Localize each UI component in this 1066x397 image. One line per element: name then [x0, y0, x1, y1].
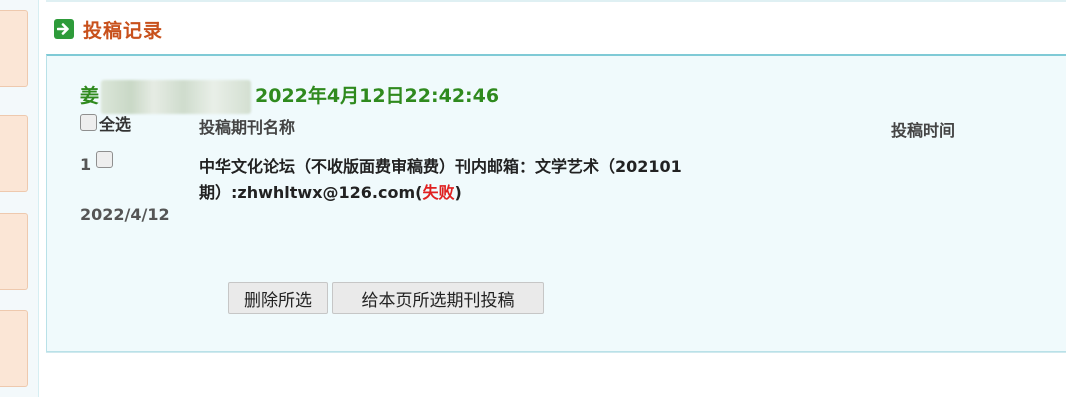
- submit-selected-button[interactable]: 给本页所选期刊投稿: [332, 282, 544, 314]
- column-header-journal: 投稿期刊名称: [199, 118, 296, 137]
- select-all[interactable]: 全选: [80, 111, 131, 135]
- section-title: 投稿记录: [83, 19, 164, 42]
- row-index-number: 1: [80, 155, 92, 174]
- rail-tab[interactable]: [0, 10, 28, 87]
- left-rail: [0, 0, 39, 397]
- select-all-label: 全选: [99, 115, 132, 134]
- row-checkbox[interactable]: [96, 151, 114, 168]
- rail-tab[interactable]: [0, 310, 28, 387]
- divider: [46, 352, 1066, 353]
- record-header: 姜 2022年4月12日22:42:46: [80, 74, 499, 114]
- rail-tab[interactable]: [0, 213, 28, 290]
- section-header: 投稿记录: [46, 6, 1066, 52]
- divider: [46, 0, 1066, 2]
- submission-record-panel: 姜 2022年4月12日22:42:46 全选 投稿期刊名称 投稿时间 1 20…: [46, 54, 1066, 352]
- record-datetime: 2022年4月12日22:42:46: [255, 84, 500, 107]
- row-journal-title: 中华文化论坛（不收版面费审稿费）刊内邮箱：文学艺术（202101期）:zhwhl…: [199, 154, 819, 206]
- column-header-time: 投稿时间: [891, 121, 956, 140]
- select-all-checkbox[interactable]: [80, 114, 97, 131]
- arrow-right-icon: [54, 19, 74, 39]
- row-index: 1: [80, 151, 114, 174]
- rail-tab[interactable]: [0, 115, 28, 192]
- masked-name: [101, 80, 252, 114]
- record-name-prefix: 姜: [80, 84, 100, 107]
- status-fail: 失败: [422, 183, 455, 202]
- row-date: 2022/4/12: [80, 205, 170, 224]
- journal-title-suffix: ): [454, 183, 462, 202]
- delete-selected-button[interactable]: 删除所选: [228, 282, 328, 314]
